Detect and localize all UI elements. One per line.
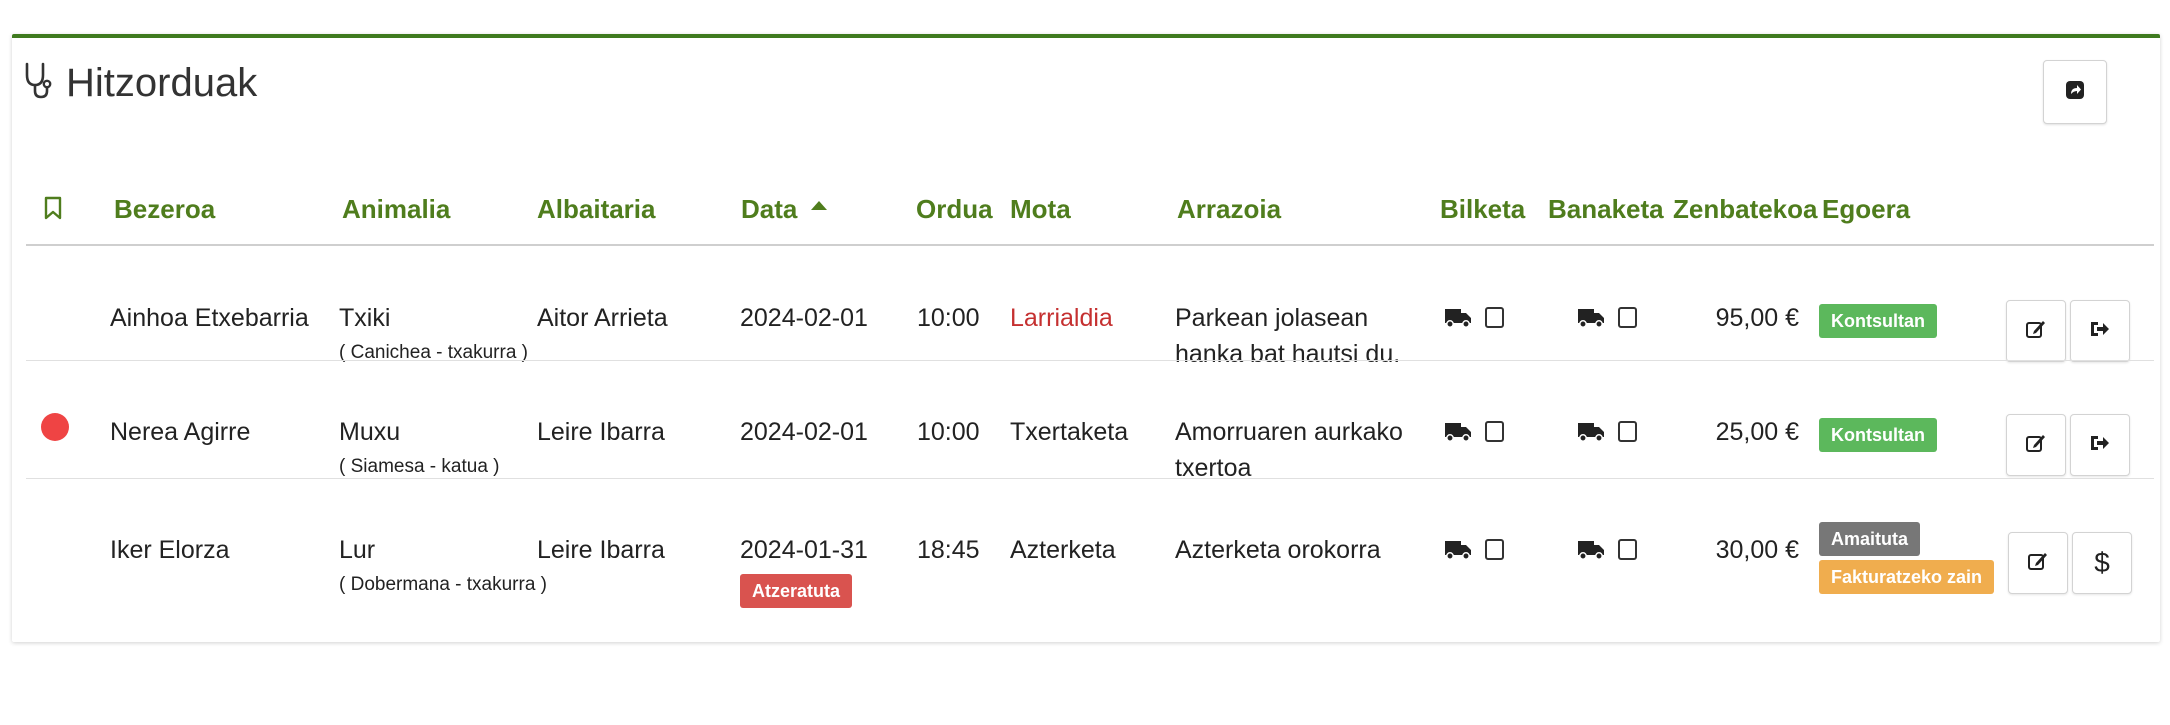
appointment-date: 2024-01-31: [740, 536, 868, 564]
vet-name: Leire Ibarra: [537, 536, 665, 564]
col-reason[interactable]: Arrazoia: [1177, 194, 1281, 225]
charge-button[interactable]: $: [2072, 532, 2132, 594]
appointment-reason: Parkean jolasean hanka bat hautsi du.: [1175, 304, 1401, 368]
animal-detail: ( Siamesa - katua ): [339, 456, 500, 477]
col-animal[interactable]: Animalia: [342, 194, 450, 225]
col-vet[interactable]: Albaitaria: [537, 194, 656, 225]
pickup-checkbox[interactable]: [1485, 421, 1504, 442]
row-divider: [26, 478, 2154, 479]
amount: 30,00 €: [1715, 536, 1799, 564]
amount: 25,00 €: [1715, 418, 1799, 446]
animal-name[interactable]: Muxu: [339, 418, 400, 447]
edit-icon: [2025, 315, 2047, 347]
sign-out-icon: [2089, 429, 2111, 461]
truck-icon: [1444, 308, 1472, 328]
col-time[interactable]: Ordua: [916, 194, 993, 225]
col-status[interactable]: Egoera: [1822, 194, 1910, 225]
alert-dot: [41, 413, 69, 441]
edit-button[interactable]: [2006, 414, 2066, 476]
appointment-date: 2024-02-01: [740, 418, 868, 446]
check-out-button[interactable]: [2070, 300, 2130, 362]
appointment-time: 18:45: [917, 536, 980, 564]
appointment-reason: Azterketa orokorra: [1175, 536, 1381, 564]
page-title: Hitzorduak: [66, 60, 258, 105]
share-square-icon: [2064, 79, 2086, 106]
appointments-panel: Hitzorduak Bezeroa Animalia Albaitaria D…: [12, 34, 2160, 642]
truck-icon: [1577, 540, 1605, 560]
client-name[interactable]: Iker Elorza: [110, 536, 229, 565]
truck-icon: [1444, 540, 1472, 560]
status-badge: Kontsultan: [1819, 418, 1937, 452]
col-amount[interactable]: Zenbatekoa: [1673, 194, 1818, 225]
check-out-button[interactable]: [2070, 414, 2130, 476]
animal-name[interactable]: Txiki: [339, 304, 390, 333]
delayed-badge: Atzeratuta: [740, 574, 853, 608]
amount: 95,00 €: [1715, 304, 1799, 332]
truck-icon: [1444, 422, 1472, 442]
status-badge-billing: Fakturatzeko zain: [1819, 560, 1995, 594]
col-pickup[interactable]: Bilketa: [1440, 194, 1525, 225]
status-badge: Amaituta: [1819, 522, 1921, 556]
vet-name: Aitor Arrieta: [537, 304, 668, 332]
pickup-checkbox[interactable]: [1485, 539, 1504, 560]
animal-name[interactable]: Lur: [339, 536, 375, 565]
col-date-label: Data: [741, 194, 798, 224]
pickup-checkbox[interactable]: [1485, 307, 1504, 328]
status-badge: Kontsultan: [1819, 304, 1937, 338]
animal-detail: ( Dobermana - txakurra ): [339, 574, 548, 595]
delivery-checkbox[interactable]: [1618, 539, 1637, 560]
vet-name: Leire Ibarra: [537, 418, 665, 446]
dollar-icon: $: [2094, 547, 2110, 578]
edit-icon: [2027, 547, 2049, 579]
edit-button[interactable]: [2006, 300, 2066, 362]
appointment-reason: Amorruaren aurkako txertoa: [1175, 418, 1403, 482]
row-divider: [26, 360, 2154, 361]
edit-button[interactable]: [2008, 532, 2068, 594]
appointment-type: Azterketa: [1010, 536, 1116, 564]
delivery-checkbox[interactable]: [1618, 421, 1637, 442]
client-name[interactable]: Ainhoa Etxebarria: [110, 304, 309, 333]
sort-up-icon: [810, 186, 827, 216]
client-name[interactable]: Nerea Agirre: [110, 418, 250, 447]
bookmark-icon: [44, 196, 62, 227]
appointment-type: Larrialdia: [1010, 304, 1113, 332]
edit-icon: [2025, 429, 2047, 461]
appointment-time: 10:00: [917, 418, 980, 446]
col-client[interactable]: Bezeroa: [114, 194, 215, 225]
appointment-date: 2024-02-01: [740, 304, 868, 332]
truck-icon: [1577, 422, 1605, 442]
appointment-time: 10:00: [917, 304, 980, 332]
stethoscope-icon: [22, 61, 52, 106]
truck-icon: [1577, 308, 1605, 328]
col-date[interactable]: Data: [741, 194, 827, 225]
refresh-button[interactable]: [2043, 60, 2107, 124]
delivery-checkbox[interactable]: [1618, 307, 1637, 328]
header-divider: [26, 244, 2154, 246]
panel-title: Hitzorduak: [22, 58, 257, 108]
appointment-type: Txertaketa: [1010, 418, 1129, 446]
col-type[interactable]: Mota: [1010, 194, 1071, 225]
col-delivery[interactable]: Banaketa: [1548, 194, 1664, 225]
sign-out-icon: [2089, 315, 2111, 347]
